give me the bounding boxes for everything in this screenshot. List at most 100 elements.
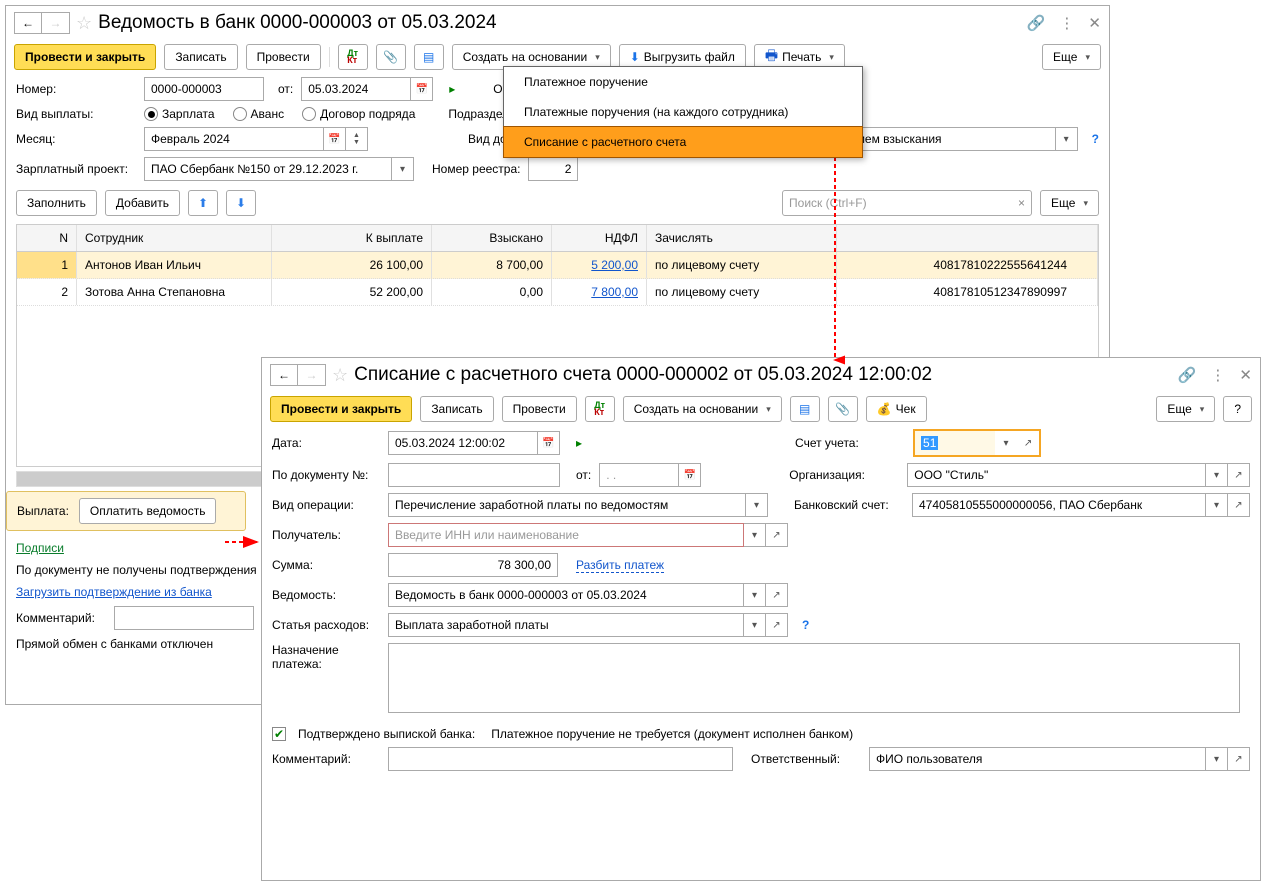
post-close-button-2[interactable]: Провести и закрыть xyxy=(270,396,412,422)
org-open[interactable]: ↗ xyxy=(1228,463,1250,487)
date-input-2[interactable]: 05.03.2024 12:00:02 xyxy=(388,431,538,455)
th-emp[interactable]: Сотрудник xyxy=(77,225,272,251)
favorite-icon[interactable]: ☆ xyxy=(76,13,92,34)
nav-back[interactable]: ← xyxy=(14,12,42,34)
radio-salary[interactable]: Зарплата xyxy=(144,107,215,121)
post-button[interactable]: Провести xyxy=(246,44,321,70)
month-input[interactable]: Февраль 2024 xyxy=(144,127,324,151)
favorite-icon-2[interactable]: ☆ xyxy=(332,365,348,386)
responsible-input[interactable]: ФИО пользователя xyxy=(869,747,1206,771)
registry-num-input[interactable]: 2 xyxy=(528,157,578,181)
fill-button[interactable]: Заполнить xyxy=(16,190,97,216)
ctx-payment-orders-each[interactable]: Платежные поручения (на каждого сотрудни… xyxy=(504,97,862,127)
comment-input-1[interactable] xyxy=(114,606,254,630)
attach-button-2[interactable]: 📎 xyxy=(828,396,858,422)
org-input[interactable]: ООО "Стиль" xyxy=(907,463,1206,487)
post-close-button[interactable]: Провести и закрыть xyxy=(14,44,156,70)
structure-button[interactable]: ▤ xyxy=(414,44,444,70)
responsible-open[interactable]: ↗ xyxy=(1228,747,1250,771)
check-button[interactable]: 💰Чек xyxy=(866,396,927,422)
vedom-dropdown[interactable]: ▾ xyxy=(744,583,766,607)
month-calendar-icon[interactable]: 📅 xyxy=(324,127,346,151)
kebab-icon[interactable]: ⋮ xyxy=(1059,14,1074,32)
more-button-2[interactable]: Еще xyxy=(1156,396,1215,422)
load-confirm-link[interactable]: Загрузить подтверждение из банка xyxy=(16,585,212,599)
add-button[interactable]: Добавить xyxy=(105,190,180,216)
bank-acc-input[interactable]: 47405810555000000056, ПАО Сбербанк xyxy=(912,493,1206,517)
org-dropdown[interactable]: ▾ xyxy=(1206,463,1228,487)
split-payment-link[interactable]: Разбить платеж xyxy=(576,558,664,573)
th-n[interactable]: N xyxy=(17,225,77,251)
nav-back-2[interactable]: ← xyxy=(270,364,298,386)
attach-button[interactable]: 📎 xyxy=(376,44,406,70)
link-icon[interactable]: 🔗 xyxy=(1027,14,1046,32)
salary-project-input[interactable]: ПАО Сбербанк №150 от 29.12.2023 г. xyxy=(144,157,392,181)
ctx-payment-order[interactable]: Платежное поручение xyxy=(504,67,862,97)
th-pay[interactable]: К выплате xyxy=(272,225,432,251)
dtkt-button-2[interactable]: ДтКт xyxy=(585,396,615,422)
post-button-2[interactable]: Провести xyxy=(502,396,577,422)
account-open[interactable]: ↗ xyxy=(1017,431,1039,455)
help-expense[interactable]: ? xyxy=(802,618,809,632)
sum-input[interactable]: 78 300,00 xyxy=(388,553,558,577)
calendar-icon-2[interactable]: 📅 xyxy=(538,431,560,455)
from-date-input[interactable]: . . xyxy=(599,463,679,487)
radio-contract[interactable]: Договор подряда xyxy=(302,107,415,121)
help-income-type[interactable]: ? xyxy=(1092,132,1099,146)
move-up-button[interactable]: ⬆ xyxy=(188,190,218,216)
th-tax[interactable]: НДФЛ xyxy=(552,225,647,251)
expense-dropdown[interactable]: ▾ xyxy=(744,613,766,637)
account-input[interactable]: 51 xyxy=(915,431,995,455)
calendar-icon[interactable]: 📅 xyxy=(411,77,433,101)
clear-search-icon[interactable]: × xyxy=(1018,196,1025,210)
comment-input-2[interactable] xyxy=(388,747,733,771)
vedom-open[interactable]: ↗ xyxy=(766,583,788,607)
more-button-1[interactable]: Еще xyxy=(1042,44,1101,70)
more-button-table[interactable]: Еще xyxy=(1040,190,1099,216)
move-down-button[interactable]: ⬇ xyxy=(226,190,256,216)
recipient-open[interactable]: ↗ xyxy=(766,523,788,547)
radio-advance[interactable]: Аванс xyxy=(233,107,285,121)
close-icon[interactable]: ✕ xyxy=(1088,14,1101,32)
bank-acc-dropdown[interactable]: ▾ xyxy=(1206,493,1228,517)
nav-fwd-2[interactable]: → xyxy=(298,364,326,386)
recipient-input[interactable]: Введите ИНН или наименование xyxy=(388,523,744,547)
date-input[interactable]: 05.03.2024 xyxy=(301,77,411,101)
kebab-icon-2[interactable]: ⋮ xyxy=(1210,366,1225,384)
vedom-input[interactable]: Ведомость в банк 0000-000003 от 05.03.20… xyxy=(388,583,744,607)
month-spinner[interactable]: ▲▼ xyxy=(346,127,368,151)
number-input[interactable]: 0000-000003 xyxy=(144,77,264,101)
recipient-dropdown[interactable]: ▾ xyxy=(744,523,766,547)
salary-project-dropdown[interactable]: ▾ xyxy=(392,157,414,181)
confirmed-checkbox[interactable]: ✔ xyxy=(272,727,286,741)
search-input[interactable]: Поиск (Ctrl+F) × xyxy=(782,190,1032,216)
link-icon-2[interactable]: 🔗 xyxy=(1178,366,1197,384)
close-icon-2[interactable]: ✕ xyxy=(1239,366,1252,384)
account-dropdown[interactable]: ▾ xyxy=(995,431,1017,455)
bank-acc-open[interactable]: ↗ xyxy=(1228,493,1250,517)
pay-vedomost-button[interactable]: Оплатить ведомость xyxy=(79,498,217,524)
create-based-button-2[interactable]: Создать на основании xyxy=(623,396,782,422)
purpose-textarea[interactable] xyxy=(388,643,1240,713)
expense-input[interactable]: Выплата заработной платы xyxy=(388,613,744,637)
help-button-2[interactable]: ? xyxy=(1223,396,1252,422)
table-row[interactable]: 1 Антонов Иван Ильич 26 100,00 8 700,00 … xyxy=(17,252,1098,279)
th-ded[interactable]: Взыскано xyxy=(432,225,552,251)
signatures-link[interactable]: Подписи xyxy=(16,541,64,555)
save-button[interactable]: Записать xyxy=(164,44,237,70)
income-type-dropdown[interactable]: ▾ xyxy=(1056,127,1078,151)
table-row[interactable]: 2 Зотова Анна Степановна 52 200,00 0,00 … xyxy=(17,279,1098,306)
structure-button-2[interactable]: ▤ xyxy=(790,396,820,422)
expense-open[interactable]: ↗ xyxy=(766,613,788,637)
dtkt-button[interactable]: ДтКт xyxy=(338,44,368,70)
op-type-dropdown[interactable]: ▾ xyxy=(746,493,768,517)
doc-no-input[interactable] xyxy=(388,463,560,487)
save-button-2[interactable]: Записать xyxy=(420,396,493,422)
from-calendar-icon[interactable]: 📅 xyxy=(679,463,701,487)
responsible-dropdown[interactable]: ▾ xyxy=(1206,747,1228,771)
th-num[interactable] xyxy=(837,225,1098,251)
op-type-input[interactable]: Перечисление заработной платы по ведомос… xyxy=(388,493,746,517)
th-acc[interactable]: Зачислять xyxy=(647,225,837,251)
nav-fwd[interactable]: → xyxy=(42,12,70,34)
ctx-write-off[interactable]: Списание с расчетного счета xyxy=(503,126,863,158)
